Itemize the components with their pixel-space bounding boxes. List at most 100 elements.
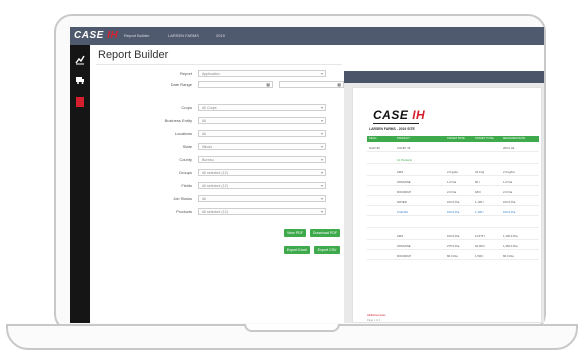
state-select[interactable]: Illinois ▾	[198, 143, 326, 150]
table-cell: 2.0 gal/a	[447, 170, 458, 174]
field-row-business-entity: Business Entity All ▾	[96, 117, 342, 125]
table-row: ATRAZINE 1.0 l/ha 90 l 1.0 l/ha	[367, 178, 539, 186]
chart-icon[interactable]	[75, 55, 85, 65]
table-cell: 11,575 l	[475, 234, 485, 238]
table-row: AMS 100.0 l/ha 11,575 l 1,100.0 l/ha	[367, 232, 539, 240]
square-red-icon[interactable]	[76, 97, 84, 107]
field-row-locations: Locations All ▾	[96, 130, 342, 138]
report-select[interactable]: Application ▾	[198, 70, 326, 77]
table-cell: ATRAZINE	[397, 180, 411, 184]
sidebar	[70, 45, 90, 323]
products-select[interactable]: All selected (12) ▾	[198, 208, 326, 215]
chevron-down-icon: ▾	[320, 196, 323, 201]
chevron-down-icon: ▾	[320, 144, 323, 149]
business-entity-select[interactable]: All ▾	[198, 117, 326, 124]
table-cell: 100.0 l/ha	[447, 200, 460, 204]
table-cell: 1,100 l	[475, 200, 484, 204]
chevron-down-icon: ▾	[320, 105, 323, 110]
column-header: PRODUCT	[397, 137, 410, 140]
nav-crumb-report-builder[interactable]: Report Builder	[124, 33, 150, 38]
title-divider	[96, 64, 342, 65]
chevron-down-icon: ▾	[320, 209, 323, 214]
field-label: State	[182, 144, 192, 149]
table-row: ROUNDUP 80.0 l/ha 1,500 l 80.0 l/ha	[367, 252, 539, 260]
groups-select[interactable]: All selected (12) ▾	[198, 169, 326, 176]
table-cell: WATER	[397, 200, 407, 204]
chevron-down-icon: ▾	[320, 157, 323, 162]
field-label: Report	[179, 71, 192, 76]
table-cell: 1,100 l	[475, 210, 484, 214]
county-select[interactable]: Bureau ▾	[198, 156, 326, 163]
logo-underline	[373, 123, 419, 124]
date-end-input[interactable]: ▦	[279, 81, 344, 88]
column-header: TARGET TOTAL	[475, 137, 495, 140]
date-start-input[interactable]: ▦	[198, 81, 273, 88]
preview-toolbar	[344, 71, 544, 83]
chevron-down-icon: ▾	[320, 170, 323, 175]
table-cell: 200.0 Ha	[503, 146, 515, 150]
laptop-frame: CASE IH Report Builder LARSEN FARMS 2019…	[0, 0, 584, 357]
download-pdf-button[interactable]: Download PDF	[310, 229, 340, 237]
table-cell: 2.0 l/ha	[447, 190, 457, 194]
column-header: TARGET RATE	[447, 137, 465, 140]
nav-crumb-farm[interactable]: LARSEN FARMS	[168, 33, 199, 38]
table-row: North 80 COLBY 15 200.0 Ha	[367, 144, 539, 152]
field-row-report: Report Application ▾	[96, 70, 342, 78]
table-cell: ROUNDUP	[397, 254, 412, 258]
chevron-down-icon: ▾	[320, 71, 323, 76]
locations-select[interactable]: All ▾	[198, 130, 326, 137]
table-cell: 80.0 l/ha	[503, 254, 514, 258]
report-subtitle: LARSEN FARMS - 2019 SITE	[369, 127, 415, 131]
table-cell: 1.0 l/ha	[503, 180, 513, 184]
crops-select[interactable]: All Crops ▾	[198, 104, 326, 111]
report-logo: CASE IH	[373, 108, 426, 122]
field-label: Locations	[174, 131, 192, 136]
nav-crumb-year[interactable]: 2019	[216, 33, 225, 38]
table-cell: 2.0 l/ha	[503, 190, 513, 194]
chevron-down-icon: ▾	[320, 183, 323, 188]
field-row-fields: Fields All selected (12) ▾	[96, 182, 342, 190]
field-label: Date Range	[170, 82, 192, 87]
table-row: AMS 2.0 gal/a 24.0 kg 2.0 kg/ha	[367, 168, 539, 176]
app-screen: CASE IH Report Builder LARSEN FARMS 2019…	[70, 27, 544, 323]
fields-select[interactable]: All selected (12) ▾	[198, 182, 326, 189]
table-cell: 100.0 l/ha	[447, 210, 460, 214]
truck-icon[interactable]	[75, 75, 85, 85]
field-label: Job Status	[173, 196, 192, 201]
field-row-products: Products All selected (12) ▾	[96, 208, 342, 216]
job-status-select[interactable]: All ▾	[198, 195, 326, 202]
field-row-county: County Bureau ▾	[96, 156, 342, 164]
brand-logo[interactable]: CASE IH	[74, 30, 118, 41]
report-preview-pane: CASE IH LARSEN FARMS - 2019 SITE FIELD P…	[344, 71, 544, 323]
field-label: County	[179, 157, 192, 162]
calendar-icon[interactable]: ▦	[266, 82, 270, 88]
field-row-state: State Illinois ▾	[96, 143, 342, 151]
table-row: 12 Products	[367, 156, 539, 164]
export-excel-button[interactable]: Export Excel	[284, 246, 310, 254]
field-label: Fields	[181, 183, 192, 188]
top-nav-bar: CASE IH Report Builder LARSEN FARMS 2019	[70, 27, 544, 45]
table-cell: 80.0 l/ha	[447, 254, 458, 258]
field-row-groups: Groups All selected (12) ▾	[96, 169, 342, 177]
column-header: MEASURED RATE	[503, 137, 526, 140]
table-cell: COLBY 15	[397, 146, 411, 150]
table-row: Total Mix 100.0 l/ha 1,100 l 100.0 l/ha	[367, 208, 539, 216]
calendar-icon[interactable]: ▦	[337, 82, 341, 88]
table-cell: AMS	[397, 170, 404, 174]
report-note: Additional notes	[367, 314, 386, 317]
export-csv-button[interactable]: Export CSV	[314, 246, 340, 254]
table-cell: 32,000 l	[475, 244, 485, 248]
chevron-down-icon: ▾	[320, 118, 323, 123]
table-row: ROUNDUP 2.0 l/ha 180 l 2.0 l/ha	[367, 188, 539, 196]
table-row: ATRAZINE 275.0 l/ha 32,000 l 1,250.0 l/ha	[367, 242, 539, 250]
table-cell: 100.0 l/ha	[503, 200, 516, 204]
field-row-crops: Crops All Crops ▾	[96, 104, 342, 112]
table-cell: ROUNDUP	[397, 190, 412, 194]
view-pdf-button[interactable]: View PDF	[284, 229, 306, 237]
table-cell: 12 Products	[397, 158, 412, 162]
table-cell: 2.0 kg/ha	[503, 170, 515, 174]
table-cell: Total Mix	[397, 210, 409, 214]
table-cell: 180 l	[475, 190, 482, 194]
field-label: Products	[176, 209, 192, 214]
field-row-job-status: Job Status All ▾	[96, 195, 342, 203]
